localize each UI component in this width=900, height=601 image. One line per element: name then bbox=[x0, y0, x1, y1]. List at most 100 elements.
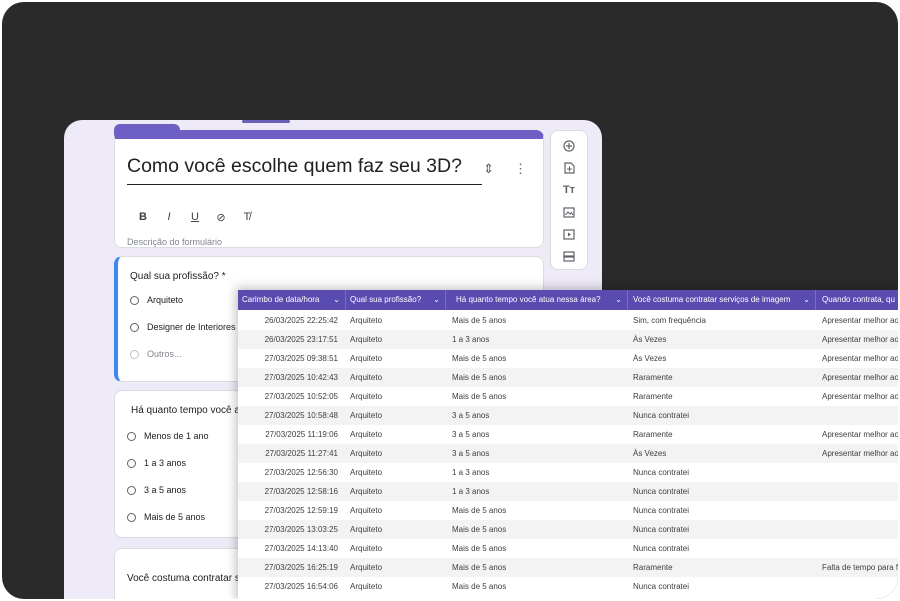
radio-icon[interactable] bbox=[127, 431, 136, 441]
italic-icon[interactable]: I bbox=[163, 211, 175, 224]
table-cell[interactable]: Nunca contratei bbox=[633, 463, 813, 482]
table-cell[interactable] bbox=[822, 463, 898, 482]
table-cell[interactable]: Arquiteto bbox=[350, 539, 446, 558]
column-header[interactable]: Qual sua profissão? ⌄ bbox=[346, 290, 446, 310]
table-cell[interactable]: 27/03/2025 14:13:40 bbox=[238, 539, 338, 558]
table-cell[interactable]: 27/03/2025 12:58:16 bbox=[238, 482, 338, 501]
table-cell[interactable]: Arquiteto bbox=[350, 387, 446, 406]
table-cell[interactable]: 3 a 5 anos bbox=[452, 425, 622, 444]
column-header[interactable]: Carimbo de data/hora ⌄ bbox=[238, 290, 346, 310]
table-cell[interactable]: 27/03/2025 12:56:30 bbox=[238, 463, 338, 482]
table-cell[interactable]: Arquiteto bbox=[350, 501, 446, 520]
table-cell[interactable]: 26/03/2025 22:25:42 bbox=[238, 311, 338, 330]
more-options-icon[interactable]: ⋮ bbox=[514, 161, 527, 177]
table-cell[interactable]: Apresentar melhor ao bbox=[822, 349, 898, 368]
radio-icon[interactable] bbox=[130, 322, 139, 332]
bold-icon[interactable]: B bbox=[137, 211, 149, 224]
table-cell[interactable]: Apresentar melhor ao bbox=[822, 368, 898, 387]
table-cell[interactable]: 27/03/2025 12:59:19 bbox=[238, 501, 338, 520]
table-cell[interactable]: Arquiteto bbox=[350, 330, 446, 349]
table-cell[interactable]: Mais de 5 anos bbox=[452, 520, 622, 539]
form-title-input[interactable]: Como você escolhe quem faz seu 3D? bbox=[127, 155, 482, 185]
table-cell[interactable]: Nunca contratei bbox=[633, 406, 813, 425]
table-cell[interactable]: 27/03/2025 10:52:05 bbox=[238, 387, 338, 406]
form-title-card[interactable]: Como você escolhe quem faz seu 3D? ⇕ ⋮ B… bbox=[114, 130, 544, 248]
option-item[interactable]: Mais de 5 anos bbox=[127, 512, 205, 522]
table-cell[interactable]: Apresentar melhor ao bbox=[822, 387, 898, 406]
table-cell[interactable]: Raramente bbox=[633, 368, 813, 387]
add-question-icon[interactable] bbox=[558, 137, 580, 155]
table-cell[interactable]: 1 a 3 anos bbox=[452, 330, 622, 349]
table-cell[interactable]: Arquiteto bbox=[350, 406, 446, 425]
table-cell[interactable]: Arquiteto bbox=[350, 349, 446, 368]
table-cell[interactable]: Arquiteto bbox=[350, 558, 446, 577]
table-cell[interactable]: 27/03/2025 16:54:06 bbox=[238, 577, 338, 596]
table-cell[interactable]: Nunca contratei bbox=[633, 577, 813, 596]
table-cell[interactable]: Mais de 5 anos bbox=[452, 387, 622, 406]
option-item[interactable]: 1 a 3 anos bbox=[127, 458, 186, 468]
table-cell[interactable]: Apresentar melhor ao bbox=[822, 311, 898, 330]
table-cell[interactable] bbox=[822, 520, 898, 539]
column-header[interactable]: Há quanto tempo você atua nessa área? ⌄ bbox=[446, 290, 628, 310]
radio-icon[interactable] bbox=[130, 349, 139, 359]
table-cell[interactable]: Nunca contratei bbox=[633, 482, 813, 501]
option-item[interactable]: Menos de 1 ano bbox=[127, 431, 209, 441]
table-cell[interactable]: Arquiteto bbox=[350, 463, 446, 482]
table-cell[interactable]: Arquiteto bbox=[350, 368, 446, 387]
table-cell[interactable]: 27/03/2025 10:42:43 bbox=[238, 368, 338, 387]
table-cell[interactable] bbox=[822, 501, 898, 520]
chevron-down-icon[interactable]: ⌄ bbox=[615, 290, 622, 310]
table-cell[interactable] bbox=[822, 482, 898, 501]
table-cell[interactable]: Nunca contratei bbox=[633, 501, 813, 520]
table-cell[interactable]: 27/03/2025 16:25:19 bbox=[238, 558, 338, 577]
form-description-input[interactable]: Descrição do formulário bbox=[127, 237, 222, 247]
clear-format-icon[interactable]: T̸ bbox=[241, 211, 253, 224]
link-icon[interactable]: ⊘ bbox=[215, 211, 227, 224]
table-cell[interactable]: Raramente bbox=[633, 387, 813, 406]
column-header[interactable]: Quando contrata, qu bbox=[816, 290, 898, 310]
table-cell[interactable]: 3 a 5 anos bbox=[452, 406, 622, 425]
add-video-icon[interactable] bbox=[558, 225, 580, 243]
table-cell[interactable]: 3 a 5 anos bbox=[452, 444, 622, 463]
option-item[interactable]: Arquiteto bbox=[130, 295, 183, 305]
drag-handle-icon[interactable]: ⇕ bbox=[483, 161, 494, 177]
table-cell[interactable]: Arquiteto bbox=[350, 311, 446, 330]
table-cell[interactable]: Raramente bbox=[633, 558, 813, 577]
table-cell[interactable]: 27/03/2025 11:27:41 bbox=[238, 444, 338, 463]
add-title-icon[interactable]: Tт bbox=[558, 181, 580, 199]
table-cell[interactable]: Mais de 5 anos bbox=[452, 349, 622, 368]
column-header[interactable]: Você costuma contratar serviços de image… bbox=[628, 290, 816, 310]
add-section-icon[interactable] bbox=[558, 247, 580, 265]
table-cell[interactable]: 1 a 3 anos bbox=[452, 463, 622, 482]
table-cell[interactable]: Arquiteto bbox=[350, 425, 446, 444]
table-cell[interactable]: Apresentar melhor ao bbox=[822, 330, 898, 349]
import-questions-icon[interactable] bbox=[558, 159, 580, 177]
add-image-icon[interactable] bbox=[558, 203, 580, 221]
option-other[interactable]: Outros... bbox=[130, 349, 182, 359]
table-cell[interactable]: Raramente bbox=[633, 425, 813, 444]
table-cell[interactable]: Nunca contratei bbox=[633, 520, 813, 539]
option-item[interactable]: 3 a 5 anos bbox=[127, 485, 186, 495]
radio-icon[interactable] bbox=[130, 295, 139, 305]
table-cell[interactable]: Arquiteto bbox=[350, 444, 446, 463]
table-cell[interactable] bbox=[822, 539, 898, 558]
table-cell[interactable]: Arquiteto bbox=[350, 577, 446, 596]
table-cell[interactable]: 1 a 3 anos bbox=[452, 482, 622, 501]
table-cell[interactable]: 27/03/2025 09:38:51 bbox=[238, 349, 338, 368]
table-cell[interactable]: 27/03/2025 13:03:25 bbox=[238, 520, 338, 539]
option-item[interactable]: Designer de Interiores bbox=[130, 322, 236, 332]
table-cell[interactable]: Às Vezes bbox=[633, 330, 813, 349]
table-cell[interactable]: 26/03/2025 23:17:51 bbox=[238, 330, 338, 349]
table-cell[interactable]: Mais de 5 anos bbox=[452, 577, 622, 596]
table-cell[interactable]: Sim, com frequência bbox=[633, 311, 813, 330]
table-cell[interactable]: Mais de 5 anos bbox=[452, 368, 622, 387]
chevron-down-icon[interactable]: ⌄ bbox=[433, 290, 440, 310]
table-cell[interactable]: 27/03/2025 10:58:48 bbox=[238, 406, 338, 425]
table-cell[interactable]: Às Vezes bbox=[633, 444, 813, 463]
table-cell[interactable] bbox=[822, 577, 898, 596]
table-cell[interactable]: Às Vezes bbox=[633, 349, 813, 368]
table-cell[interactable]: Apresentar melhor ao bbox=[822, 425, 898, 444]
radio-icon[interactable] bbox=[127, 512, 136, 522]
table-cell[interactable]: Arquiteto bbox=[350, 482, 446, 501]
table-cell[interactable]: Mais de 5 anos bbox=[452, 539, 622, 558]
